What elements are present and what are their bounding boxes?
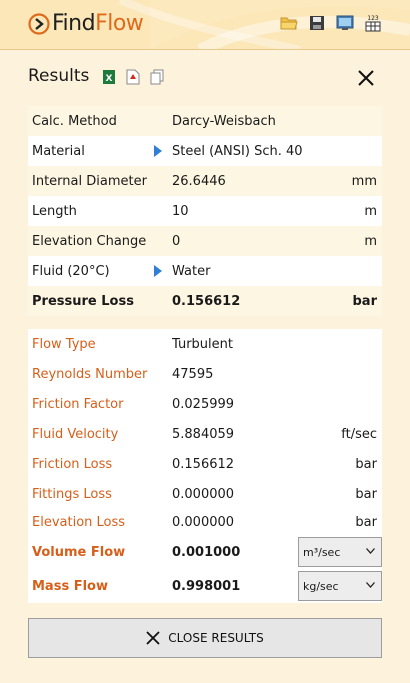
unit-internal-diameter: mm [351,174,377,189]
label-length: Length [32,204,77,219]
unit-fittings-loss: bar [355,487,377,502]
row-length: Length 10 m [28,196,382,226]
value-pressure-loss: 0.156612 [172,294,241,309]
label-fittings-loss: Fittings Loss [32,487,112,502]
output-details-table: Flow Type Turbulent Reynolds Number 4759… [28,329,382,603]
label-reynolds-number: Reynolds Number [32,367,148,382]
calculator-123-icon: 123 [365,15,381,32]
label-elevation-loss: Elevation Loss [32,515,126,530]
value-mass-flow: 0.998001 [172,579,241,594]
value-fittings-loss: 0.000000 [172,487,235,502]
label-volume-flow: Volume Flow [32,545,126,560]
label-pressure-loss: Pressure Loss [32,294,134,309]
row-elevation-change: Elevation Change 0 m [28,226,382,256]
chevron-down-icon [366,548,375,554]
calculator-button[interactable]: 123 [364,14,382,32]
label-fluid: Fluid (20°C) [32,264,110,279]
save-button[interactable] [308,14,326,32]
value-friction-loss: 0.156612 [172,457,235,472]
open-folder-button[interactable] [280,14,298,32]
close-icon [146,631,160,645]
mass-flow-unit-value: kg/sec [303,579,339,593]
row-friction-factor: Friction Factor 0.025999 [28,389,382,419]
app-logo: FindFlow [28,11,144,36]
expand-arrow-icon[interactable] [154,145,162,157]
row-fittings-loss: Fittings Loss 0.000000 bar [28,479,382,507]
label-elevation-change: Elevation Change [32,234,147,249]
logo-text-flow: Flow [95,11,144,36]
close-icon[interactable] [356,66,376,88]
save-icon [310,16,324,30]
value-calc-method: Darcy-Weisbach [172,114,276,129]
row-reynolds-number: Reynolds Number 47595 [28,359,382,389]
row-pressure-loss: Pressure Loss 0.156612 bar [28,286,382,316]
value-reynolds-number: 47595 [172,367,214,382]
row-elevation-loss: Elevation Loss 0.000000 bar [28,507,382,535]
unit-elevation-loss: bar [355,515,377,530]
value-friction-factor: 0.025999 [172,397,235,412]
row-calc-method: Calc. Method Darcy-Weisbach [28,106,382,136]
close-results-label: CLOSE RESULTS [168,631,264,645]
row-volume-flow: Volume Flow 0.001000 m³/sec [28,535,382,569]
label-flow-type: Flow Type [32,337,96,352]
value-material: Steel (ANSI) Sch. 40 [172,144,303,159]
calc-label: 123 [367,15,379,22]
value-fluid: Water [172,264,211,279]
excel-icon[interactable]: X [102,69,116,85]
row-flow-type: Flow Type Turbulent [28,329,382,359]
value-elevation-change: 0 [172,234,181,249]
value-flow-type: Turbulent [172,337,233,352]
value-fluid-velocity: 5.884059 [172,427,235,442]
logo-arrow-icon [28,12,50,35]
value-internal-diameter: 26.6446 [172,174,226,189]
row-internal-diameter: Internal Diameter 26.6446 mm [28,166,382,196]
copy-icon[interactable] [150,69,164,85]
screen-icon [336,15,354,30]
logo-text-find: Find [52,11,96,36]
unit-pressure-loss: bar [352,294,378,309]
label-friction-factor: Friction Factor [32,397,124,412]
label-material: Material [32,144,85,159]
row-friction-loss: Friction Loss 0.156612 bar [28,449,382,479]
row-fluid-velocity: Fluid Velocity 5.884059 ft/sec [28,419,382,449]
app-header: FindFlow 123 [0,0,410,50]
pdf-icon[interactable] [126,69,140,85]
export-toolbar: X [102,69,164,85]
row-mass-flow: Mass Flow 0.998001 kg/sec [28,569,382,603]
unit-length: m [364,204,377,219]
input-summary-table: Calc. Method Darcy-Weisbach Material Ste… [28,106,382,316]
value-elevation-loss: 0.000000 [172,515,235,530]
chevron-down-icon [366,582,375,588]
close-results-button[interactable]: CLOSE RESULTS [28,618,382,658]
row-material[interactable]: Material Steel (ANSI) Sch. 40 [28,136,382,166]
label-calc-method: Calc. Method [32,114,117,129]
svg-text:X: X [106,74,113,84]
results-title: Results [28,66,90,86]
value-volume-flow: 0.001000 [172,545,241,560]
label-friction-loss: Friction Loss [32,457,113,472]
results-header: Results X [28,66,382,90]
screen-button[interactable] [336,14,354,32]
toolbar: 123 [280,14,382,32]
unit-friction-loss: bar [355,457,377,472]
unit-fluid-velocity: ft/sec [341,427,377,442]
mass-flow-unit-select[interactable]: kg/sec [298,571,382,601]
label-fluid-velocity: Fluid Velocity [32,427,119,442]
value-length: 10 [172,204,189,219]
expand-arrow-icon[interactable] [154,265,162,277]
label-mass-flow: Mass Flow [32,579,108,594]
unit-elevation-change: m [364,234,377,249]
row-fluid[interactable]: Fluid (20°C) Water [28,256,382,286]
label-internal-diameter: Internal Diameter [32,174,147,189]
open-folder-icon [280,17,298,30]
volume-flow-unit-select[interactable]: m³/sec [298,537,382,567]
volume-flow-unit-value: m³/sec [303,545,341,559]
